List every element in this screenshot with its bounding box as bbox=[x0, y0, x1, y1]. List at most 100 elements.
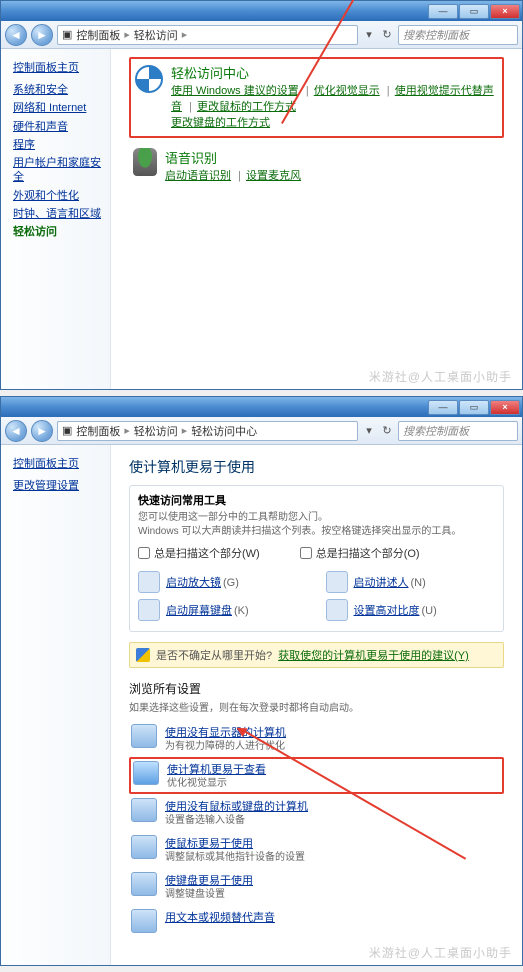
address-bar[interactable]: ▣ 控制面板 ▶ 轻松访问 ▶ 轻松访问中心 bbox=[57, 421, 358, 441]
tool-osk[interactable]: 启动屏幕键盘(K) bbox=[138, 599, 308, 621]
magnify-monitor-icon bbox=[133, 761, 159, 785]
voice-recognition-link[interactable]: 语音识别 bbox=[165, 151, 217, 166]
suggestion-strip: 是否不确定从哪里开始? 获取使您的计算机更易于使用的建议(Y) bbox=[129, 642, 504, 668]
ease-link-optimize-visual[interactable]: 优化视觉显示 bbox=[314, 85, 380, 97]
magnifier-icon bbox=[138, 571, 160, 593]
browse-heading: 浏览所有设置 bbox=[129, 680, 504, 697]
browse-sub: 如果选择这些设置，则在每次登录时都将自动启动。 bbox=[129, 699, 504, 714]
nav-back-button[interactable]: ◄ bbox=[5, 420, 27, 442]
page-title: 使计算机更易于使用 bbox=[129, 457, 504, 477]
suggestion-text: 是否不确定从哪里开始? bbox=[156, 647, 272, 663]
quick-access-panel: 快速访问常用工具 您可以使用这一部分中的工具帮助您入门。 Windows 可以大… bbox=[129, 485, 504, 632]
watermark: 米游社@人工桌面小助手 bbox=[369, 944, 512, 961]
search-input[interactable]: 搜索控制面板 bbox=[398, 421, 518, 441]
sound-text-icon bbox=[131, 909, 157, 933]
checkbox-input[interactable] bbox=[138, 547, 150, 559]
shield-icon bbox=[136, 648, 150, 662]
input-device-icon bbox=[131, 798, 157, 822]
option-no-display[interactable]: 使用没有显示器的计算机 为有视力障碍的人进行优化 bbox=[129, 720, 504, 757]
maximize-button[interactable]: ▭ bbox=[459, 4, 489, 19]
ease-link-mouse[interactable]: 更改鼠标的工作方式 bbox=[197, 101, 296, 113]
quick-heading: 快速访问常用工具 bbox=[138, 492, 495, 508]
mouse-icon bbox=[131, 835, 157, 859]
window-ease-center: — ▭ × ◄ ► ▣ 控制面板 ▶ 轻松访问 ▶ 轻松访问中心 ▾ ↻ 搜索控… bbox=[0, 396, 523, 966]
contrast-icon bbox=[326, 599, 348, 621]
address-refresh-button[interactable]: ↻ bbox=[380, 421, 394, 441]
sidebar-item-clock[interactable]: 时钟、语言和区域 bbox=[13, 207, 104, 221]
sidebar-item-programs[interactable]: 程序 bbox=[13, 138, 104, 152]
breadcrumb-a[interactable]: 控制面板 bbox=[76, 27, 120, 43]
tool-magnifier[interactable]: 启动放大镜(G) bbox=[138, 571, 308, 593]
address-dropdown-button[interactable]: ▾ bbox=[362, 421, 376, 441]
nav-bar: ◄ ► ▣ 控制面板 ▶ 轻松访问 ▶ 轻松访问中心 ▾ ↻ 搜索控制面板 bbox=[1, 417, 522, 445]
search-input[interactable]: 搜索控制面板 bbox=[398, 25, 518, 45]
close-button[interactable]: × bbox=[490, 4, 520, 19]
breadcrumb-b[interactable]: 轻松访问 bbox=[134, 423, 178, 439]
ease-access-center-link[interactable]: 轻松访问中心 bbox=[171, 66, 249, 81]
voice-recognition-row: 语音识别 启动语音识别 | 设置麦克风 bbox=[129, 148, 504, 183]
ease-link-windows-suggest[interactable]: 使用 Windows 建议的设置 bbox=[171, 85, 299, 97]
narrator-icon bbox=[326, 571, 348, 593]
tool-narrator[interactable]: 启动讲述人(N) bbox=[326, 571, 496, 593]
suggestion-link[interactable]: 获取使您的计算机更易于使用的建议(Y) bbox=[278, 647, 469, 663]
minimize-button[interactable]: — bbox=[428, 400, 458, 415]
nav-back-button[interactable]: ◄ bbox=[5, 24, 27, 46]
voice-link-start[interactable]: 启动语音识别 bbox=[165, 170, 231, 182]
ease-link-keyboard[interactable]: 更改键盘的工作方式 bbox=[171, 117, 270, 129]
tool-high-contrast[interactable]: 设置高对比度(U) bbox=[326, 599, 496, 621]
search-placeholder: 搜索控制面板 bbox=[403, 27, 469, 43]
checkbox-scan-w[interactable]: 总是扫描这个部分(W) bbox=[138, 545, 260, 561]
chevron-right-icon: ▶ bbox=[182, 31, 187, 39]
sidebar-item-ease[interactable]: 轻松访问 bbox=[13, 225, 104, 239]
breadcrumb-c[interactable]: 轻松访问中心 bbox=[191, 423, 257, 439]
option-keyboard-easier[interactable]: 使键盘更易于使用 调整键盘设置 bbox=[129, 868, 504, 905]
nav-bar: ◄ ► ▣ 控制面板 ▶ 轻松访问 ▶ ▾ ↻ 搜索控制面板 bbox=[1, 21, 522, 49]
breadcrumb-a[interactable]: 控制面板 bbox=[76, 423, 120, 439]
option-no-mouse-kb[interactable]: 使用没有鼠标或键盘的计算机 设置备选输入设备 bbox=[129, 794, 504, 831]
cpl-icon: ▣ bbox=[62, 424, 72, 437]
quick-desc-1: 您可以使用这一部分中的工具帮助您入门。 bbox=[138, 511, 495, 525]
maximize-button[interactable]: ▭ bbox=[459, 400, 489, 415]
option-easier-to-see[interactable]: 使计算机更易于查看 优化视觉显示 bbox=[129, 757, 504, 794]
nav-forward-button[interactable]: ► bbox=[31, 24, 53, 46]
chevron-right-icon: ▶ bbox=[124, 427, 129, 435]
sidebar-item-hardware[interactable]: 硬件和声音 bbox=[13, 120, 104, 134]
microphone-icon bbox=[133, 148, 157, 176]
sidebar-item-users[interactable]: 用户帐户和家庭安全 bbox=[13, 156, 104, 185]
sidebar-item-admin[interactable]: 更改管理设置 bbox=[13, 479, 104, 493]
sidebar-item-appearance[interactable]: 外观和个性化 bbox=[13, 189, 104, 203]
keyboard-icon bbox=[138, 599, 160, 621]
checkbox-input[interactable] bbox=[300, 547, 312, 559]
breadcrumb-b[interactable]: 轻松访问 bbox=[134, 27, 178, 43]
nav-forward-button[interactable]: ► bbox=[31, 420, 53, 442]
window-ease-category: — ▭ × ◄ ► ▣ 控制面板 ▶ 轻松访问 ▶ ▾ ↻ 搜索控制面板 控制面… bbox=[0, 0, 523, 390]
chevron-right-icon: ▶ bbox=[124, 31, 129, 39]
address-bar[interactable]: ▣ 控制面板 ▶ 轻松访问 ▶ bbox=[57, 25, 358, 45]
keyboard-settings-icon bbox=[131, 872, 157, 896]
chevron-right-icon: ▶ bbox=[182, 427, 187, 435]
content-pane: 轻松访问中心 使用 Windows 建议的设置 | 优化视觉显示 | 使用视觉提… bbox=[111, 49, 522, 389]
monitor-icon bbox=[131, 724, 157, 748]
checkbox-scan-o[interactable]: 总是扫描这个部分(O) bbox=[300, 545, 420, 561]
quick-tools-grid: 启动放大镜(G) 启动讲述人(N) 启动屏幕键盘(K) 设置高对比度(U) bbox=[138, 571, 495, 621]
sidebar: 控制面板主页 系统和安全 网络和 Internet 硬件和声音 程序 用户帐户和… bbox=[1, 49, 111, 389]
close-button[interactable]: × bbox=[490, 400, 520, 415]
sidebar: 控制面板主页 更改管理设置 bbox=[1, 445, 111, 965]
voice-link-mic[interactable]: 设置麦克风 bbox=[246, 170, 301, 182]
search-placeholder: 搜索控制面板 bbox=[403, 423, 469, 439]
sidebar-item-network[interactable]: 网络和 Internet bbox=[13, 101, 104, 115]
sidebar-home[interactable]: 控制面板主页 bbox=[13, 455, 104, 471]
sidebar-item-system[interactable]: 系统和安全 bbox=[13, 83, 104, 97]
address-refresh-button[interactable]: ↻ bbox=[380, 25, 394, 45]
cpl-icon: ▣ bbox=[62, 28, 72, 41]
address-dropdown-button[interactable]: ▾ bbox=[362, 25, 376, 45]
minimize-button[interactable]: — bbox=[428, 4, 458, 19]
ease-access-icon bbox=[135, 65, 163, 93]
titlebar: — ▭ × bbox=[1, 1, 522, 21]
option-text-for-sound[interactable]: 用文本或视频替代声音 bbox=[129, 905, 504, 937]
titlebar: — ▭ × bbox=[1, 397, 522, 417]
content-pane: 使计算机更易于使用 快速访问常用工具 您可以使用这一部分中的工具帮助您入门。 W… bbox=[111, 445, 522, 965]
highlight-box-ease-access: 轻松访问中心 使用 Windows 建议的设置 | 优化视觉显示 | 使用视觉提… bbox=[129, 57, 504, 138]
watermark: 米游社@人工桌面小助手 bbox=[369, 368, 512, 385]
sidebar-home[interactable]: 控制面板主页 bbox=[13, 59, 104, 75]
